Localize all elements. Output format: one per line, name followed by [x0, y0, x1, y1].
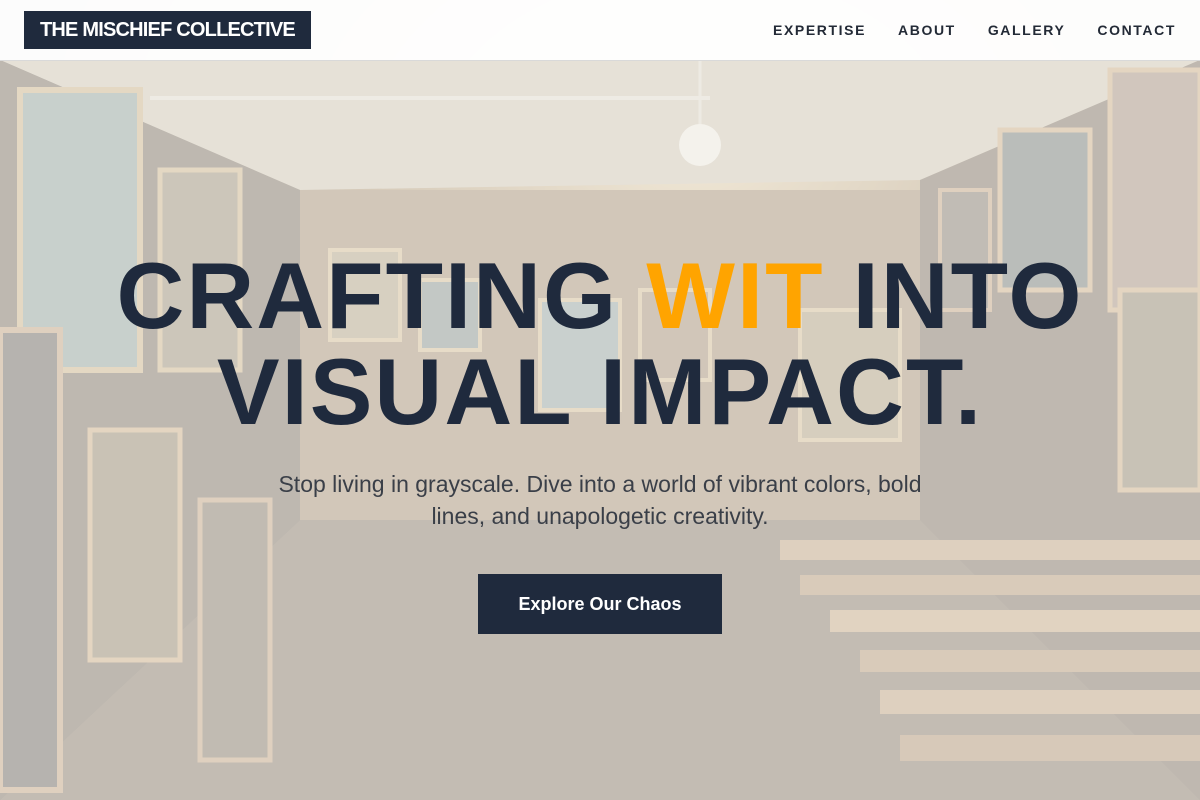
brand-logo[interactable]: THE MISCHIEF COLLECTIVE — [24, 11, 311, 49]
nav-item-expertise[interactable]: EXPERTISE — [773, 22, 866, 38]
nav-item-gallery[interactable]: GALLERY — [988, 22, 1066, 38]
hero-content: CRAFTING WIT INTO VISUAL IMPACT. Stop li… — [0, 248, 1200, 634]
headline-part-1: CRAFTING — [116, 243, 647, 348]
explore-cta-button[interactable]: Explore Our Chaos — [478, 574, 722, 634]
hero-subheading: Stop living in grayscale. Dive into a wo… — [278, 471, 922, 529]
nav-item-about[interactable]: ABOUT — [898, 22, 956, 38]
headline-line-2: VISUAL IMPACT. — [216, 339, 984, 444]
nav-item-contact[interactable]: CONTACT — [1097, 22, 1176, 38]
headline-part-2: INTO — [824, 243, 1084, 348]
main-nav: EXPERTISE ABOUT GALLERY CONTACT — [773, 22, 1176, 38]
hero-headline: CRAFTING WIT INTO VISUAL IMPACT. — [0, 248, 1200, 440]
headline-accent-word: WIT — [646, 243, 825, 348]
headline-line-1: CRAFTING WIT INTO — [117, 243, 1084, 348]
site-header: THE MISCHIEF COLLECTIVE EXPERTISE ABOUT … — [0, 0, 1200, 61]
